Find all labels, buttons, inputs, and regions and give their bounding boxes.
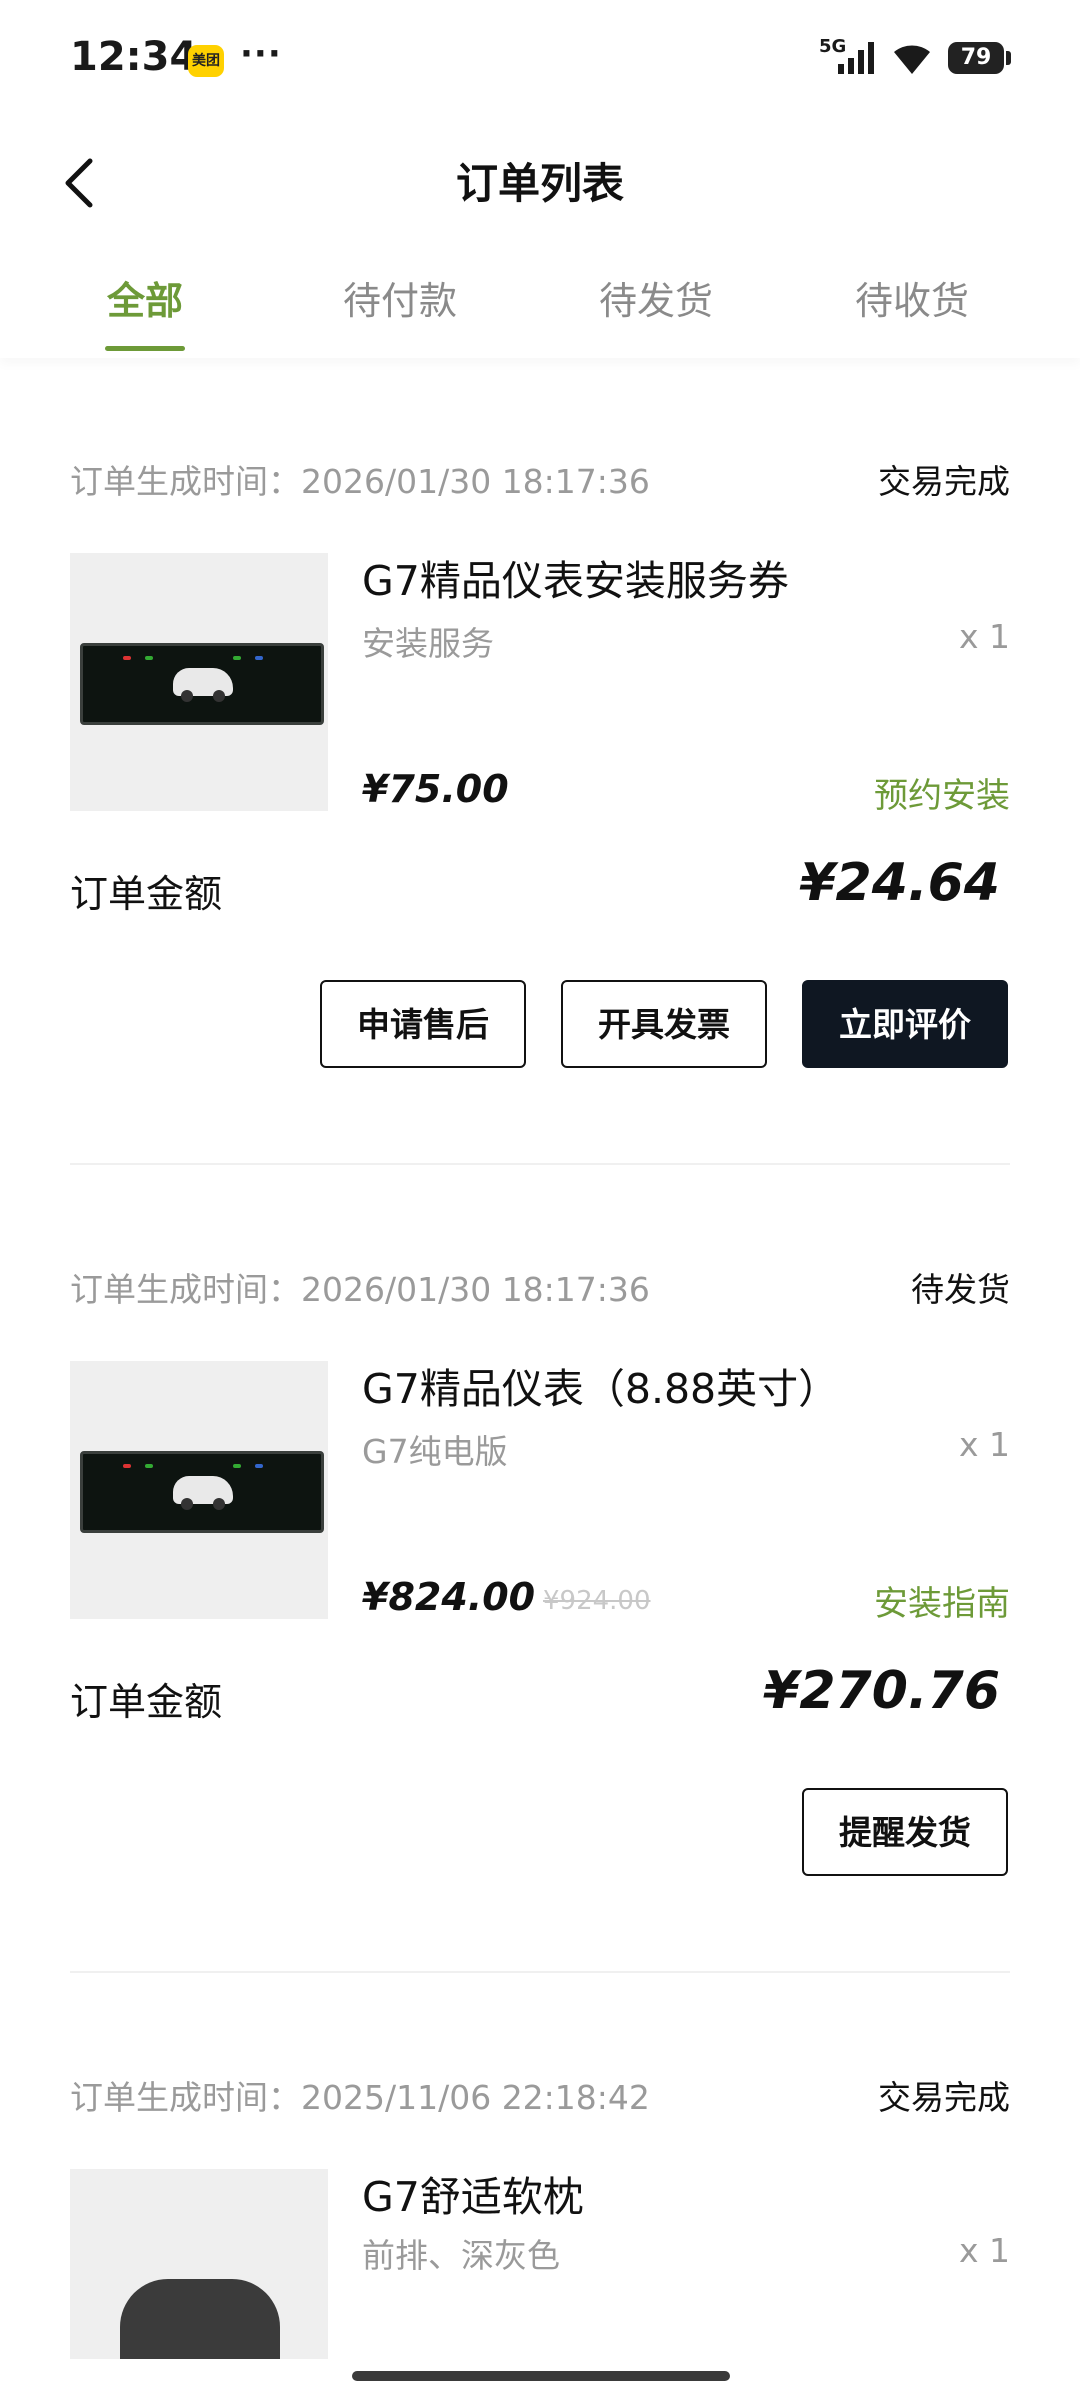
order-total-value: ¥270.76 [763, 1661, 1000, 1721]
product-name[interactable]: G7精品仪表（8.88英寸） [362, 1355, 839, 1415]
indicator-light [123, 1464, 131, 1468]
product-quantity: x 1 [958, 2231, 1010, 2270]
indicator-light [233, 656, 241, 660]
original-price: ¥924.00 [543, 1586, 651, 1616]
order-status: 待发货 [911, 1270, 1010, 1309]
status-bar: 12:34 美团 ··· 5G 79 [0, 0, 1080, 120]
indicator-light [123, 656, 131, 660]
product-spec: G7纯电版 [362, 1432, 508, 1471]
order-time: 订单生成时间：2026/01/30 18:17:36 [70, 462, 650, 501]
after-sales-button[interactable]: 申请售后 [320, 980, 526, 1068]
product-image[interactable] [70, 553, 328, 811]
product-quantity: x 1 [958, 617, 1010, 656]
divider [70, 1163, 1010, 1165]
pillow-image [120, 2279, 280, 2359]
page-title: 订单列表 [455, 159, 624, 208]
indicator-light [233, 1464, 241, 1468]
wifi-icon [894, 45, 930, 74]
signal-icon [838, 42, 874, 74]
order-status: 交易完成 [878, 462, 1010, 501]
review-now-button[interactable]: 立即评价 [802, 980, 1008, 1068]
car-wheel [181, 690, 193, 702]
dashboard-display-image [80, 643, 324, 725]
status-time: 12:34 [70, 34, 198, 80]
order-time: 订单生成时间：2025/11/06 22:18:42 [70, 2078, 650, 2117]
car-wheel [213, 1498, 225, 1510]
indicator-light [145, 1464, 153, 1468]
more-notifications-icon: ··· [240, 34, 282, 74]
install-guide-link[interactable]: 安装指南 [874, 1576, 1010, 1625]
car-wheel [213, 690, 225, 702]
product-spec: 安装服务 [362, 624, 494, 663]
tab-pending-shipment[interactable]: 待发货 [556, 270, 756, 325]
dashboard-display-image [80, 1451, 324, 1533]
home-indicator[interactable] [352, 2371, 730, 2381]
product-spec: 前排、深灰色 [362, 2236, 560, 2275]
meituan-app-icon: 美团 [188, 45, 224, 77]
indicator-light [255, 656, 263, 660]
product-price: ¥824.00 [362, 1575, 536, 1619]
divider [70, 1971, 1010, 1973]
battery-icon: 79 [948, 42, 1004, 74]
order-time: 订单生成时间：2026/01/30 18:17:36 [70, 1270, 650, 1309]
product-price: ¥75.00 [362, 767, 509, 811]
product-image[interactable] [70, 1361, 328, 1619]
remind-shipment-button[interactable]: 提醒发货 [802, 1788, 1008, 1876]
car-wheel [181, 1498, 193, 1510]
issue-invoice-button[interactable]: 开具发票 [561, 980, 767, 1068]
product-image[interactable] [70, 2169, 328, 2359]
tab-pending-payment[interactable]: 待付款 [300, 270, 500, 325]
product-name[interactable]: G7舒适软枕 [362, 2163, 584, 2223]
order-tabs: 全部 待付款 待发货 待收货 [0, 250, 1080, 358]
battery-tip [1006, 51, 1011, 65]
schedule-install-link[interactable]: 预约安装 [874, 768, 1010, 817]
active-tab-indicator [105, 346, 185, 351]
product-name[interactable]: G7精品仪表安装服务券 [362, 547, 789, 607]
indicator-light [255, 1464, 263, 1468]
indicator-light [145, 656, 153, 660]
order-total-label: 订单金额 [70, 872, 223, 916]
order-total-label: 订单金额 [70, 1680, 223, 1724]
tab-pending-receipt[interactable]: 待收货 [812, 270, 1012, 325]
order-status: 交易完成 [878, 2078, 1010, 2117]
order-total-value: ¥24.64 [799, 853, 1000, 913]
tab-all[interactable]: 全部 [45, 270, 245, 325]
product-quantity: x 1 [958, 1425, 1010, 1464]
